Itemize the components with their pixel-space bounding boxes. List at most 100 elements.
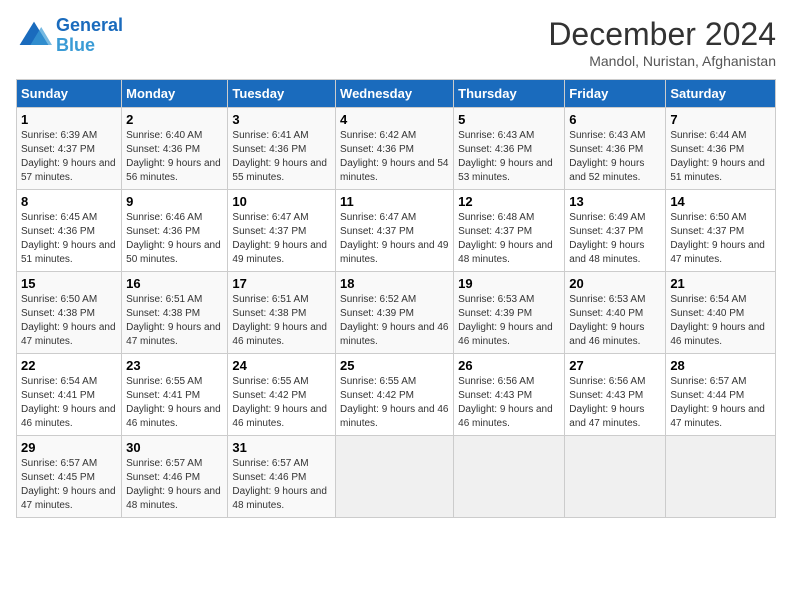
header-cell-saturday: Saturday bbox=[666, 80, 776, 108]
week-row-4: 22 Sunrise: 6:54 AM Sunset: 4:41 PM Dayl… bbox=[17, 354, 776, 436]
day-cell: 30 Sunrise: 6:57 AM Sunset: 4:46 PM Dayl… bbox=[122, 436, 228, 518]
day-info: Sunrise: 6:50 AM Sunset: 4:38 PM Dayligh… bbox=[21, 293, 117, 349]
day-number: 24 bbox=[232, 358, 331, 373]
day-info: Sunrise: 6:55 AM Sunset: 4:42 PM Dayligh… bbox=[340, 375, 449, 431]
day-number: 8 bbox=[21, 194, 117, 209]
day-number: 5 bbox=[458, 112, 560, 127]
day-number: 30 bbox=[126, 440, 223, 455]
day-cell: 20 Sunrise: 6:53 AM Sunset: 4:40 PM Dayl… bbox=[565, 272, 666, 354]
day-info: Sunrise: 6:52 AM Sunset: 4:39 PM Dayligh… bbox=[340, 293, 449, 349]
day-cell: 24 Sunrise: 6:55 AM Sunset: 4:42 PM Dayl… bbox=[228, 354, 336, 436]
day-number: 18 bbox=[340, 276, 449, 291]
header-cell-thursday: Thursday bbox=[454, 80, 565, 108]
day-info: Sunrise: 6:43 AM Sunset: 4:36 PM Dayligh… bbox=[569, 129, 661, 185]
day-number: 6 bbox=[569, 112, 661, 127]
day-cell: 13 Sunrise: 6:49 AM Sunset: 4:37 PM Dayl… bbox=[565, 190, 666, 272]
day-cell: 3 Sunrise: 6:41 AM Sunset: 4:36 PM Dayli… bbox=[228, 108, 336, 190]
day-info: Sunrise: 6:48 AM Sunset: 4:37 PM Dayligh… bbox=[458, 211, 560, 267]
day-info: Sunrise: 6:54 AM Sunset: 4:41 PM Dayligh… bbox=[21, 375, 117, 431]
day-cell: 7 Sunrise: 6:44 AM Sunset: 4:36 PM Dayli… bbox=[666, 108, 776, 190]
day-info: Sunrise: 6:39 AM Sunset: 4:37 PM Dayligh… bbox=[21, 129, 117, 185]
month-title: December 2024 bbox=[548, 16, 776, 53]
day-number: 25 bbox=[340, 358, 449, 373]
day-info: Sunrise: 6:50 AM Sunset: 4:37 PM Dayligh… bbox=[670, 211, 771, 267]
day-info: Sunrise: 6:57 AM Sunset: 4:46 PM Dayligh… bbox=[126, 457, 223, 513]
day-info: Sunrise: 6:56 AM Sunset: 4:43 PM Dayligh… bbox=[458, 375, 560, 431]
day-number: 3 bbox=[232, 112, 331, 127]
day-info: Sunrise: 6:56 AM Sunset: 4:43 PM Dayligh… bbox=[569, 375, 661, 431]
day-number: 21 bbox=[670, 276, 771, 291]
day-cell: 19 Sunrise: 6:53 AM Sunset: 4:39 PM Dayl… bbox=[454, 272, 565, 354]
day-cell bbox=[454, 436, 565, 518]
day-number: 2 bbox=[126, 112, 223, 127]
day-cell: 15 Sunrise: 6:50 AM Sunset: 4:38 PM Dayl… bbox=[17, 272, 122, 354]
day-number: 10 bbox=[232, 194, 331, 209]
day-number: 19 bbox=[458, 276, 560, 291]
title-area: December 2024 Mandol, Nuristan, Afghanis… bbox=[548, 16, 776, 69]
day-cell: 9 Sunrise: 6:46 AM Sunset: 4:36 PM Dayli… bbox=[122, 190, 228, 272]
day-info: Sunrise: 6:47 AM Sunset: 4:37 PM Dayligh… bbox=[232, 211, 331, 267]
location: Mandol, Nuristan, Afghanistan bbox=[548, 53, 776, 69]
day-number: 22 bbox=[21, 358, 117, 373]
day-info: Sunrise: 6:45 AM Sunset: 4:36 PM Dayligh… bbox=[21, 211, 117, 267]
day-number: 28 bbox=[670, 358, 771, 373]
day-cell bbox=[336, 436, 454, 518]
day-number: 13 bbox=[569, 194, 661, 209]
day-cell: 10 Sunrise: 6:47 AM Sunset: 4:37 PM Dayl… bbox=[228, 190, 336, 272]
calendar-header-row: SundayMondayTuesdayWednesdayThursdayFrid… bbox=[17, 80, 776, 108]
week-row-5: 29 Sunrise: 6:57 AM Sunset: 4:45 PM Dayl… bbox=[17, 436, 776, 518]
day-cell: 17 Sunrise: 6:51 AM Sunset: 4:38 PM Dayl… bbox=[228, 272, 336, 354]
day-info: Sunrise: 6:47 AM Sunset: 4:37 PM Dayligh… bbox=[340, 211, 449, 267]
day-cell: 27 Sunrise: 6:56 AM Sunset: 4:43 PM Dayl… bbox=[565, 354, 666, 436]
day-cell: 6 Sunrise: 6:43 AM Sunset: 4:36 PM Dayli… bbox=[565, 108, 666, 190]
day-cell: 18 Sunrise: 6:52 AM Sunset: 4:39 PM Dayl… bbox=[336, 272, 454, 354]
day-info: Sunrise: 6:41 AM Sunset: 4:36 PM Dayligh… bbox=[232, 129, 331, 185]
day-info: Sunrise: 6:43 AM Sunset: 4:36 PM Dayligh… bbox=[458, 129, 560, 185]
day-number: 7 bbox=[670, 112, 771, 127]
day-number: 23 bbox=[126, 358, 223, 373]
day-cell: 26 Sunrise: 6:56 AM Sunset: 4:43 PM Dayl… bbox=[454, 354, 565, 436]
day-info: Sunrise: 6:53 AM Sunset: 4:40 PM Dayligh… bbox=[569, 293, 661, 349]
day-info: Sunrise: 6:42 AM Sunset: 4:36 PM Dayligh… bbox=[340, 129, 449, 185]
header-cell-wednesday: Wednesday bbox=[336, 80, 454, 108]
header-cell-friday: Friday bbox=[565, 80, 666, 108]
day-number: 17 bbox=[232, 276, 331, 291]
day-cell: 11 Sunrise: 6:47 AM Sunset: 4:37 PM Dayl… bbox=[336, 190, 454, 272]
logo-text: General Blue bbox=[56, 16, 123, 56]
week-row-1: 1 Sunrise: 6:39 AM Sunset: 4:37 PM Dayli… bbox=[17, 108, 776, 190]
day-cell: 1 Sunrise: 6:39 AM Sunset: 4:37 PM Dayli… bbox=[17, 108, 122, 190]
day-cell: 31 Sunrise: 6:57 AM Sunset: 4:46 PM Dayl… bbox=[228, 436, 336, 518]
day-info: Sunrise: 6:54 AM Sunset: 4:40 PM Dayligh… bbox=[670, 293, 771, 349]
day-cell: 21 Sunrise: 6:54 AM Sunset: 4:40 PM Dayl… bbox=[666, 272, 776, 354]
day-cell bbox=[565, 436, 666, 518]
day-number: 27 bbox=[569, 358, 661, 373]
day-cell: 8 Sunrise: 6:45 AM Sunset: 4:36 PM Dayli… bbox=[17, 190, 122, 272]
week-row-2: 8 Sunrise: 6:45 AM Sunset: 4:36 PM Dayli… bbox=[17, 190, 776, 272]
day-cell: 28 Sunrise: 6:57 AM Sunset: 4:44 PM Dayl… bbox=[666, 354, 776, 436]
day-cell: 25 Sunrise: 6:55 AM Sunset: 4:42 PM Dayl… bbox=[336, 354, 454, 436]
day-number: 31 bbox=[232, 440, 331, 455]
day-cell: 4 Sunrise: 6:42 AM Sunset: 4:36 PM Dayli… bbox=[336, 108, 454, 190]
day-info: Sunrise: 6:55 AM Sunset: 4:42 PM Dayligh… bbox=[232, 375, 331, 431]
logo: General Blue bbox=[16, 16, 123, 56]
header-cell-sunday: Sunday bbox=[17, 80, 122, 108]
day-number: 14 bbox=[670, 194, 771, 209]
day-info: Sunrise: 6:46 AM Sunset: 4:36 PM Dayligh… bbox=[126, 211, 223, 267]
day-cell: 5 Sunrise: 6:43 AM Sunset: 4:36 PM Dayli… bbox=[454, 108, 565, 190]
day-cell bbox=[666, 436, 776, 518]
calendar-table: SundayMondayTuesdayWednesdayThursdayFrid… bbox=[16, 79, 776, 518]
day-info: Sunrise: 6:53 AM Sunset: 4:39 PM Dayligh… bbox=[458, 293, 560, 349]
day-cell: 14 Sunrise: 6:50 AM Sunset: 4:37 PM Dayl… bbox=[666, 190, 776, 272]
day-cell: 12 Sunrise: 6:48 AM Sunset: 4:37 PM Dayl… bbox=[454, 190, 565, 272]
header-cell-tuesday: Tuesday bbox=[228, 80, 336, 108]
day-cell: 29 Sunrise: 6:57 AM Sunset: 4:45 PM Dayl… bbox=[17, 436, 122, 518]
day-cell: 16 Sunrise: 6:51 AM Sunset: 4:38 PM Dayl… bbox=[122, 272, 228, 354]
day-info: Sunrise: 6:57 AM Sunset: 4:45 PM Dayligh… bbox=[21, 457, 117, 513]
day-info: Sunrise: 6:44 AM Sunset: 4:36 PM Dayligh… bbox=[670, 129, 771, 185]
day-cell: 23 Sunrise: 6:55 AM Sunset: 4:41 PM Dayl… bbox=[122, 354, 228, 436]
day-info: Sunrise: 6:57 AM Sunset: 4:44 PM Dayligh… bbox=[670, 375, 771, 431]
day-info: Sunrise: 6:49 AM Sunset: 4:37 PM Dayligh… bbox=[569, 211, 661, 267]
day-info: Sunrise: 6:57 AM Sunset: 4:46 PM Dayligh… bbox=[232, 457, 331, 513]
day-number: 29 bbox=[21, 440, 117, 455]
day-number: 15 bbox=[21, 276, 117, 291]
